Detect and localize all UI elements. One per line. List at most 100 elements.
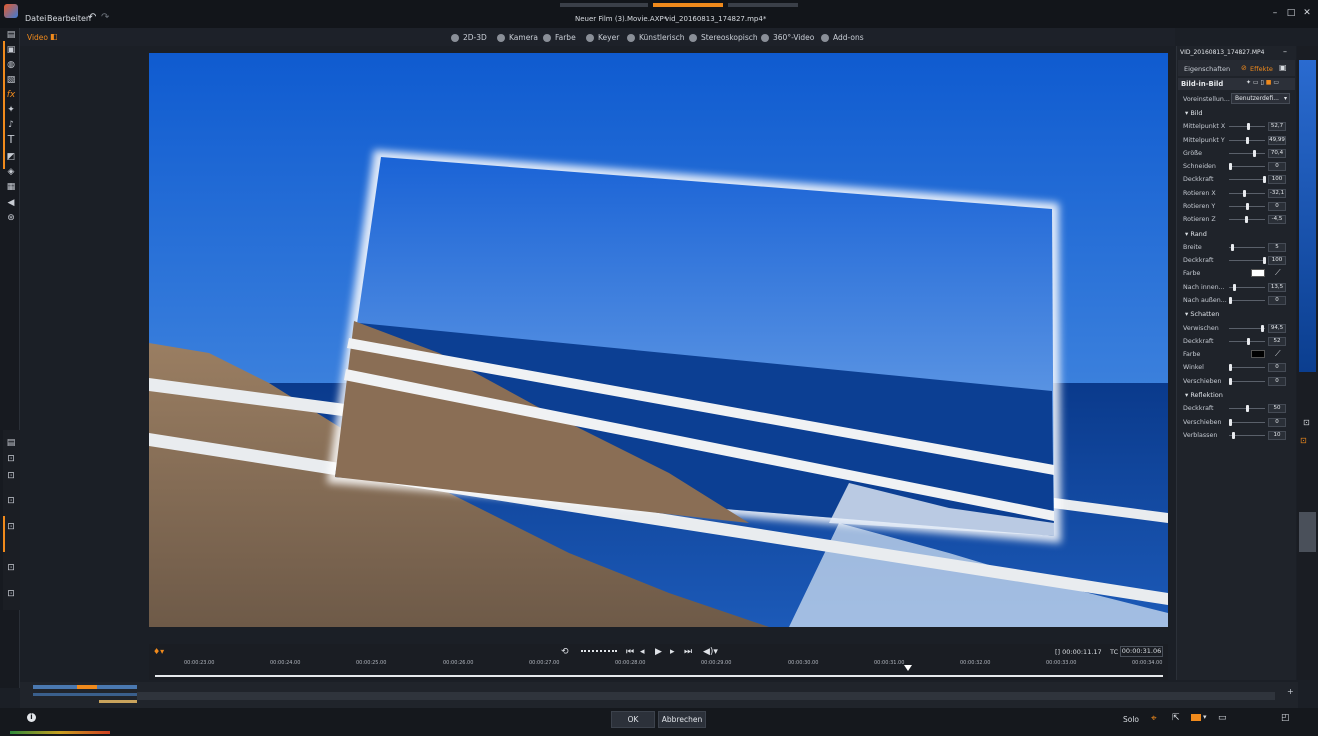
tab-kuenstlerisch[interactable]: Künstlerisch bbox=[627, 33, 685, 42]
solo-label[interactable]: Solo bbox=[1123, 715, 1139, 724]
zoom-in-icon[interactable]: + bbox=[1287, 687, 1294, 696]
param-value-field[interactable]: 49,99 bbox=[1268, 135, 1286, 145]
param-value-field[interactable]: 70,4 bbox=[1268, 148, 1286, 158]
slider-handle[interactable] bbox=[1229, 418, 1232, 426]
param-value-field[interactable]: -32,1 bbox=[1268, 188, 1286, 198]
param-value-field[interactable]: 0 bbox=[1268, 376, 1286, 386]
slider-handle[interactable] bbox=[1261, 324, 1264, 332]
play-icon[interactable]: ▶ bbox=[655, 647, 662, 657]
cancel-button[interactable]: Abbrechen bbox=[658, 711, 706, 728]
param-value-field[interactable]: 0 bbox=[1268, 162, 1286, 172]
slider-handle[interactable] bbox=[1247, 123, 1250, 131]
tab-effekte[interactable]: Effekte bbox=[1250, 65, 1273, 73]
param-value-field[interactable]: 13,5 bbox=[1268, 282, 1286, 292]
dropdown-icon[interactable]: ▾ bbox=[1203, 713, 1207, 721]
effects-icon[interactable]: fx bbox=[6, 90, 16, 100]
maximize-icon[interactable]: □ bbox=[1286, 8, 1296, 18]
marker-icon[interactable]: ♦▾ bbox=[153, 647, 164, 656]
param-value-field[interactable]: 0 bbox=[1268, 296, 1286, 305]
redo-icon[interactable]: ↷ bbox=[101, 12, 109, 23]
slider-track[interactable] bbox=[1229, 380, 1265, 382]
lock-icon[interactable]: ⊡ bbox=[6, 496, 16, 506]
playhead-marker[interactable] bbox=[904, 665, 912, 671]
param-value-field[interactable]: 52 bbox=[1268, 336, 1286, 346]
minimize-icon[interactable]: – bbox=[1270, 8, 1280, 18]
slider-track[interactable] bbox=[1229, 367, 1265, 369]
slider-track[interactable] bbox=[1229, 260, 1265, 262]
volume-icon[interactable]: ◀)▾ bbox=[703, 647, 718, 657]
close-icon[interactable]: ✕ bbox=[1302, 8, 1312, 18]
slider-handle[interactable] bbox=[1232, 431, 1235, 439]
skip-start-icon[interactable]: ⏮ bbox=[626, 647, 634, 657]
slider-track[interactable] bbox=[1229, 246, 1265, 248]
slider-handle[interactable] bbox=[1231, 243, 1234, 251]
tc-value[interactable]: 00:00:31.06 bbox=[1120, 646, 1163, 657]
step-forward-icon[interactable]: ▸ bbox=[670, 647, 675, 657]
tab-eigenschaften[interactable]: Eigenschaften bbox=[1184, 65, 1230, 73]
tab-farbe[interactable]: Farbe bbox=[543, 33, 576, 42]
info-icon[interactable]: i bbox=[27, 713, 36, 722]
slider-handle[interactable] bbox=[1229, 297, 1232, 304]
section-header[interactable]: ▾ Schatten bbox=[1185, 310, 1219, 318]
library-icon[interactable]: ▣ bbox=[6, 45, 16, 55]
globe-icon[interactable]: ◍ bbox=[6, 60, 16, 70]
slider-handle[interactable] bbox=[1246, 405, 1249, 413]
skip-end-icon[interactable]: ⏭ bbox=[684, 647, 692, 657]
title-icon[interactable]: T bbox=[6, 134, 16, 145]
media-icon[interactable]: ▤ bbox=[6, 30, 16, 40]
undo-icon[interactable]: ↶ bbox=[88, 12, 96, 23]
slider-handle[interactable] bbox=[1229, 364, 1232, 372]
lock-icon[interactable]: ⊡ bbox=[6, 454, 16, 464]
param-value-field[interactable]: 52,7 bbox=[1268, 122, 1286, 132]
preset-select[interactable]: Benutzerdefi... ▾ bbox=[1231, 93, 1290, 104]
effect-tools-icon[interactable]: ✦ ▭ ▯ ■ ▭ bbox=[1246, 79, 1279, 86]
param-value-field[interactable]: 0 bbox=[1268, 202, 1286, 211]
lock-icon[interactable]: ⊡ bbox=[6, 471, 16, 481]
slider-track[interactable] bbox=[1229, 179, 1265, 181]
color-icon[interactable]: ◈ bbox=[6, 167, 16, 177]
crop-icon[interactable]: ◩ bbox=[6, 152, 16, 162]
panel-minimize-icon[interactable]: – bbox=[1283, 47, 1287, 56]
transition-icon[interactable]: ▧ bbox=[6, 75, 16, 85]
param-value-field[interactable]: 0 bbox=[1268, 417, 1286, 427]
tab-add-ons[interactable]: Add-ons bbox=[821, 33, 864, 42]
eyedropper-icon[interactable]: ⟋ bbox=[1275, 349, 1281, 359]
param-value-field[interactable]: -4,5 bbox=[1268, 215, 1286, 225]
timeline-scroll[interactable] bbox=[137, 692, 1275, 700]
eyedropper-icon[interactable]: ⟋ bbox=[1275, 268, 1281, 278]
crop-tool-icon[interactable]: ⊡ bbox=[1303, 418, 1310, 427]
loop-icon[interactable]: ⟲ bbox=[561, 647, 569, 657]
slider-handle[interactable] bbox=[1246, 136, 1249, 144]
slider-handle[interactable] bbox=[1243, 189, 1246, 197]
wand-icon[interactable]: ✦ bbox=[6, 105, 16, 115]
music-icon[interactable]: ♪ bbox=[6, 120, 16, 130]
save-icon[interactable]: ▣ bbox=[1279, 63, 1287, 72]
param-value-field[interactable]: 5 bbox=[1268, 242, 1286, 252]
param-value-field[interactable]: 10 bbox=[1268, 430, 1286, 440]
param-value-field[interactable]: 50 bbox=[1268, 404, 1286, 414]
color-swatch[interactable] bbox=[1251, 269, 1265, 278]
slider-handle[interactable] bbox=[1253, 149, 1256, 157]
param-value-field[interactable]: 100 bbox=[1268, 256, 1286, 266]
ok-button[interactable]: OK bbox=[611, 711, 655, 728]
window-icon[interactable]: ◰ bbox=[1281, 713, 1290, 723]
settings-icon[interactable]: ⊛ bbox=[6, 213, 16, 223]
slider-track[interactable] bbox=[1229, 152, 1265, 154]
track-header-icon[interactable]: ▤ bbox=[6, 438, 16, 448]
tab-project[interactable]: Neuer Film (3).Movie.AXP* bbox=[575, 15, 667, 23]
slider-track[interactable] bbox=[1229, 192, 1265, 194]
lock-icon[interactable]: ⊡ bbox=[6, 563, 16, 573]
tab-2d-3d[interactable]: 2D-3D bbox=[451, 33, 487, 42]
slider-track[interactable] bbox=[1229, 300, 1265, 301]
slider-track[interactable] bbox=[1229, 327, 1265, 329]
target-icon[interactable]: ⌖ bbox=[1151, 713, 1157, 724]
slider-handle[interactable] bbox=[1263, 257, 1266, 265]
color-swatch-icon[interactable] bbox=[1191, 714, 1201, 721]
color-swatch[interactable] bbox=[1251, 350, 1265, 359]
fullscreen-icon[interactable]: ▭ bbox=[1218, 713, 1227, 723]
film-icon[interactable]: ▦ bbox=[6, 182, 16, 192]
slider-handle[interactable] bbox=[1229, 163, 1232, 171]
menu-datei[interactable]: Datei bbox=[25, 14, 46, 23]
scrub-bar[interactable] bbox=[155, 675, 1163, 677]
slider-handle[interactable] bbox=[1247, 337, 1250, 345]
